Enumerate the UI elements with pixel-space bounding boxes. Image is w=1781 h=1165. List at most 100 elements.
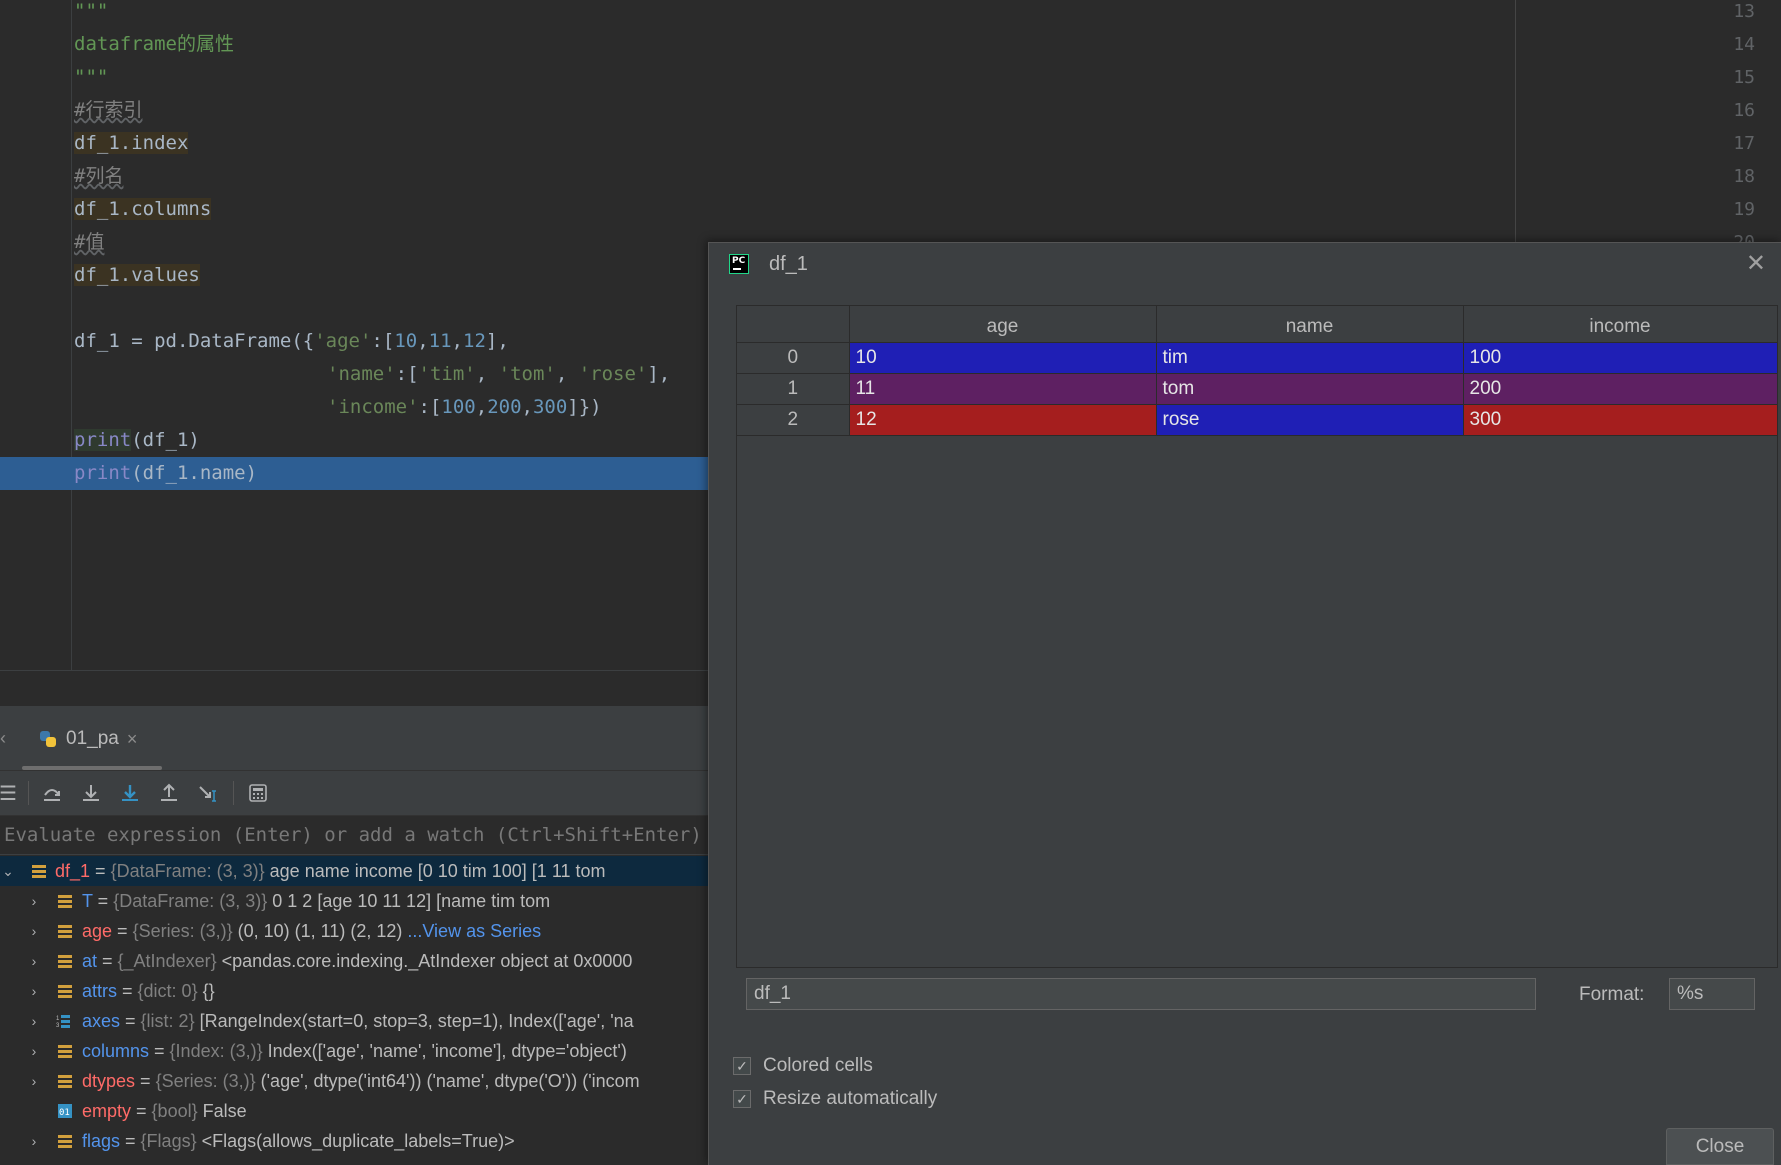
evaluate-expression-icon[interactable] bbox=[244, 779, 272, 807]
step-out-icon[interactable] bbox=[155, 779, 183, 807]
chevron-right-icon[interactable]: › bbox=[26, 1006, 42, 1036]
code-token: , bbox=[475, 363, 499, 385]
code-line[interactable]: df_1.values bbox=[74, 259, 200, 292]
format-field[interactable] bbox=[1669, 978, 1755, 1010]
step-over-icon[interactable] bbox=[38, 779, 66, 807]
table-cell[interactable]: 11 bbox=[849, 373, 1157, 405]
pycharm-logo-icon: PC bbox=[729, 254, 749, 274]
variable-row[interactable]: › 13 axes = {list: 2} [RangeIndex(start=… bbox=[0, 1006, 710, 1036]
column-header[interactable]: age bbox=[849, 306, 1157, 343]
code-line[interactable]: #行索引 bbox=[74, 94, 142, 127]
code-line-current[interactable]: print(df_1.name) bbox=[74, 457, 257, 490]
code-token: :[ bbox=[395, 363, 419, 385]
table-cell[interactable]: 10 bbox=[849, 342, 1157, 374]
table-cell[interactable]: tom bbox=[1156, 373, 1464, 405]
logo-text: PC bbox=[732, 256, 746, 266]
debug-panel: ‹ 01_pa × ☰ Evaluate expression (Enter) … bbox=[0, 706, 711, 1164]
evaluate-expression-input[interactable] bbox=[2, 816, 711, 854]
table-cell[interactable]: 12 bbox=[849, 404, 1157, 436]
chevron-right-icon[interactable]: › bbox=[26, 1126, 42, 1156]
variable-row[interactable]: › attrs = {dict: 0} {} bbox=[0, 976, 710, 1006]
bool-icon: 01 bbox=[58, 1104, 72, 1118]
table-cell[interactable]: 200 bbox=[1463, 373, 1778, 405]
chevron-right-icon[interactable]: › bbox=[26, 1036, 42, 1066]
table-cell[interactable]: rose bbox=[1156, 404, 1464, 436]
code-token: , bbox=[555, 363, 579, 385]
code-token: , bbox=[521, 396, 533, 418]
variable-row[interactable]: › T = {DataFrame: (3, 3)} 0 1 2 [age 10 … bbox=[0, 886, 710, 916]
checkmark-icon[interactable]: ✓ bbox=[733, 1057, 751, 1075]
checkmark-icon[interactable]: ✓ bbox=[733, 1090, 751, 1108]
expression-field[interactable] bbox=[746, 978, 1536, 1010]
variable-type: {Series: (3,)} bbox=[132, 921, 233, 941]
chevron-right-icon[interactable]: › bbox=[26, 1066, 42, 1096]
colored-cells-checkbox[interactable]: ✓ Colored cells bbox=[733, 1055, 873, 1077]
code-token: (df_1.name) bbox=[131, 462, 258, 484]
variable-row[interactable]: › columns = {Index: (3,)} Index(['age', … bbox=[0, 1036, 710, 1066]
variable-row[interactable]: › dtypes = {Series: (3,)} ('age', dtype(… bbox=[0, 1066, 710, 1096]
debug-toolbar: ☰ bbox=[0, 770, 710, 816]
chevron-left-icon[interactable]: ‹ bbox=[0, 728, 6, 749]
chevron-right-icon[interactable]: › bbox=[26, 916, 42, 946]
field-icon bbox=[32, 865, 46, 878]
variable-row[interactable]: ⌄ df_1 = {DataFrame: (3, 3)} age name in… bbox=[0, 856, 710, 886]
variable-text: attrs = {dict: 0} {} bbox=[82, 981, 215, 1001]
menu-icon[interactable]: ☰ bbox=[0, 779, 22, 807]
view-as-series-link[interactable]: ...View as Series bbox=[407, 921, 541, 941]
tab-debug-session[interactable]: 01_pa × bbox=[38, 724, 137, 754]
code-line[interactable]: df_1 = pd.DataFrame({'age':[10,11,12], bbox=[74, 325, 509, 358]
checkbox-label: Resize automatically bbox=[763, 1088, 938, 1109]
variable-row[interactable]: › flags = {Flags} <Flags(allows_duplicat… bbox=[0, 1126, 710, 1156]
field-icon bbox=[58, 985, 72, 998]
code-line[interactable]: #列名 bbox=[74, 160, 123, 193]
dataframe-table[interactable]: age name income 0 10 tim 100 1 11 tom 20… bbox=[736, 305, 1778, 968]
code-line[interactable]: dataframe的属性 bbox=[74, 28, 234, 61]
variable-name: age bbox=[82, 921, 113, 941]
code-line[interactable]: df_1.index bbox=[74, 127, 189, 160]
step-into-icon[interactable] bbox=[77, 779, 105, 807]
string-token: 'age' bbox=[314, 330, 372, 352]
index-header bbox=[737, 306, 850, 343]
table-cell[interactable]: 100 bbox=[1463, 342, 1778, 374]
variable-text: age = {Series: (3,)} (0, 10) (1, 11) (2,… bbox=[82, 921, 542, 941]
number-token: 200 bbox=[487, 396, 522, 418]
step-into-my-code-icon[interactable] bbox=[116, 779, 144, 807]
variable-row[interactable]: › at = {_AtIndexer} <pandas.core.indexin… bbox=[0, 946, 710, 976]
close-icon[interactable]: ✕ bbox=[1746, 249, 1766, 278]
table-cell[interactable]: tim bbox=[1156, 342, 1464, 374]
code-line[interactable]: #值 bbox=[74, 226, 104, 259]
chevron-right-icon[interactable]: › bbox=[26, 976, 42, 1006]
python-icon bbox=[40, 731, 56, 747]
line-number-gutter bbox=[0, 0, 72, 670]
resize-automatically-checkbox[interactable]: ✓ Resize automatically bbox=[733, 1088, 937, 1110]
code-line[interactable]: print(df_1) bbox=[74, 424, 200, 457]
column-header[interactable]: income bbox=[1463, 306, 1778, 343]
run-to-cursor-icon[interactable] bbox=[194, 779, 222, 807]
close-icon[interactable]: × bbox=[127, 729, 138, 750]
number-token: 10 bbox=[394, 330, 418, 352]
code-line[interactable]: 'name':['tim', 'tom', 'rose'], bbox=[327, 358, 670, 391]
field-icon bbox=[58, 1135, 72, 1148]
table-row: 0 10 tim 100 bbox=[737, 342, 1778, 374]
variable-row[interactable]: › age = {Series: (3,)} (0, 10) (1, 11) (… bbox=[0, 916, 710, 946]
code-line[interactable]: """ bbox=[74, 61, 108, 94]
chevron-right-icon[interactable]: › bbox=[26, 886, 42, 916]
variable-text: df_1 = {DataFrame: (3, 3)} age name inco… bbox=[55, 861, 606, 881]
column-header[interactable]: name bbox=[1156, 306, 1464, 343]
code-line[interactable]: """ bbox=[74, 0, 108, 28]
code-token: , bbox=[451, 330, 463, 352]
string-token: 'rose' bbox=[578, 363, 648, 385]
variable-name: T bbox=[82, 891, 93, 911]
code-line[interactable]: 'income':[100,200,300]}) bbox=[327, 391, 602, 424]
variable-text: at = {_AtIndexer} <pandas.core.indexing.… bbox=[82, 951, 633, 971]
checkbox-label: Colored cells bbox=[763, 1055, 873, 1076]
comment: #行索引 bbox=[74, 99, 143, 121]
variable-row[interactable]: 01 empty = {bool} False bbox=[0, 1096, 710, 1126]
close-button[interactable]: Close bbox=[1666, 1128, 1774, 1165]
comment: #值 bbox=[74, 231, 105, 253]
table-cell[interactable]: 300 bbox=[1463, 404, 1778, 436]
variable-text: columns = {Index: (3,)} Index(['age', 'n… bbox=[82, 1041, 627, 1061]
chevron-right-icon[interactable]: › bbox=[26, 946, 42, 976]
chevron-down-icon[interactable]: ⌄ bbox=[0, 856, 16, 886]
code-line[interactable]: df_1.columns bbox=[74, 193, 212, 226]
